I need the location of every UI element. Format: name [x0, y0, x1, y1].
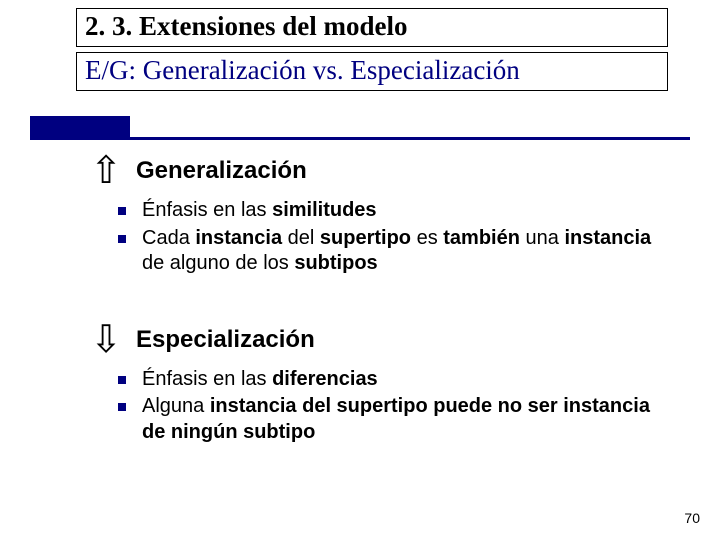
bullet-list: Énfasis en las similitudes Cada instanci…: [116, 198, 678, 277]
text: Énfasis en las: [142, 199, 272, 221]
text-bold: similitudes: [272, 199, 376, 221]
text: Cada: [142, 227, 195, 249]
title-text: 2. 3. Extensiones del modelo: [85, 11, 408, 41]
list-item: Alguna instancia del supertipo puede no …: [116, 394, 678, 445]
text-bold: instancia: [564, 227, 651, 249]
bullet-list: Énfasis en las diferencias Alguna instan…: [116, 367, 678, 446]
title-box: 2. 3. Extensiones del modelo: [76, 8, 668, 47]
subtitle-text: E/G: Generalización vs. Especialización: [85, 55, 520, 85]
text-bold: supertipo: [320, 227, 411, 249]
section-heading-generalizacion: ⇧ Generalización: [88, 152, 678, 190]
subtitle-box: E/G: Generalización vs. Especialización: [76, 52, 668, 91]
section-title: Especialización: [136, 326, 315, 354]
section-title: Generalización: [136, 157, 307, 185]
text: del: [282, 227, 320, 249]
slide-number: 70: [684, 510, 700, 526]
text-bold: instancia del supertipo puede no ser ins…: [142, 395, 650, 443]
list-item: Énfasis en las similitudes: [116, 198, 678, 224]
list-item: Énfasis en las diferencias: [116, 367, 678, 393]
arrow-down-icon: ⇩: [88, 321, 124, 359]
text-bold: también: [443, 227, 520, 249]
text-bold: subtipos: [294, 252, 377, 274]
decorative-block: [30, 116, 130, 138]
text-bold: instancia: [195, 227, 282, 249]
arrow-up-icon: ⇧: [88, 152, 124, 190]
decorative-underline: [30, 137, 690, 140]
list-item: Cada instancia del supertipo es también …: [116, 226, 678, 277]
text: Énfasis en las: [142, 368, 272, 390]
text: una: [520, 227, 564, 249]
text: es: [411, 227, 443, 249]
text-bold: diferencias: [272, 368, 378, 390]
content-area: ⇧ Generalización Énfasis en las similitu…: [88, 148, 678, 448]
text: Alguna: [142, 395, 210, 417]
text: de alguno de los: [142, 252, 294, 274]
slide: 2. 3. Extensiones del modelo E/G: Genera…: [0, 0, 720, 540]
section-heading-especializacion: ⇩ Especialización: [88, 321, 678, 359]
